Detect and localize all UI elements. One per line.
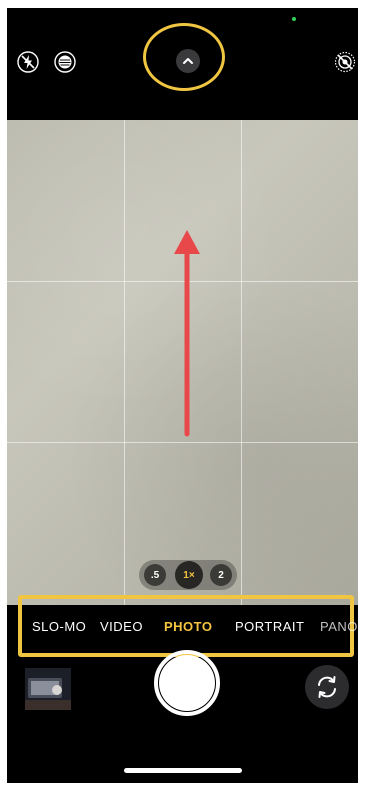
zoom-option-2[interactable]: 2 — [210, 564, 232, 586]
annotation-highlight-circle — [143, 23, 225, 91]
shutter-button[interactable] — [159, 655, 215, 711]
camera-app-screen: .5 1× 2 SLO-MO VIDEO PHOTO PORTRAIT PANO — [7, 8, 358, 783]
camera-in-use-indicator — [292, 17, 296, 21]
grid-line — [124, 120, 125, 605]
night-mode-icon[interactable] — [54, 51, 76, 73]
camera-flip-icon — [318, 676, 336, 698]
photo-library-thumbnail[interactable] — [25, 668, 71, 710]
zoom-option-0-5[interactable]: .5 — [144, 564, 166, 586]
live-photo-off-icon[interactable] — [334, 51, 356, 73]
zoom-option-1x[interactable]: 1× — [175, 561, 203, 589]
camera-viewfinder[interactable] — [7, 120, 358, 605]
zoom-selector: .5 1× 2 — [139, 560, 237, 590]
grid-line — [241, 120, 242, 605]
mode-video[interactable]: VIDEO — [100, 619, 143, 634]
mode-pano[interactable]: PANO — [320, 619, 358, 634]
camera-flip-button[interactable] — [305, 665, 349, 709]
swipe-up-arrow-icon — [174, 230, 200, 437]
mode-slo-mo[interactable]: SLO-MO — [32, 619, 86, 634]
flash-off-icon[interactable] — [17, 51, 39, 73]
mode-photo[interactable]: PHOTO — [164, 619, 213, 634]
home-indicator[interactable] — [124, 768, 242, 773]
grid-line — [7, 442, 358, 443]
mode-portrait[interactable]: PORTRAIT — [235, 619, 305, 634]
